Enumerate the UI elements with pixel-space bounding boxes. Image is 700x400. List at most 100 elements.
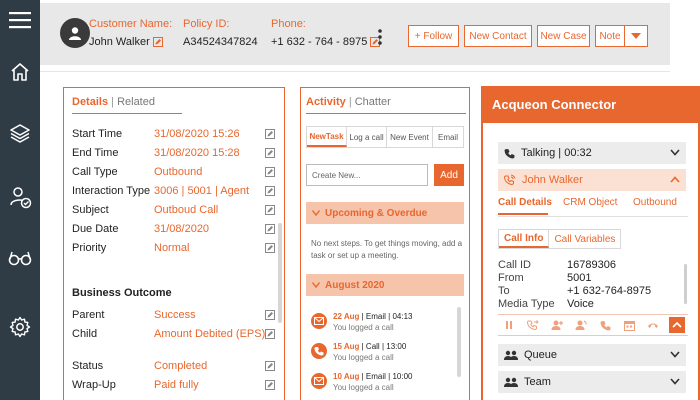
contact-row[interactable]: John Walker [498, 169, 686, 191]
detail-value: 31/08/2020 15:28 [154, 147, 240, 159]
detail-row: Wrap-Up Paid fully [72, 379, 277, 393]
calendar-icon[interactable] [621, 317, 637, 333]
detail-row: End Time 31/08/2020 15:28 [72, 147, 277, 161]
phone-field: Phone: +1 632 - 764 - 8975 [271, 18, 381, 48]
queue-row[interactable]: Queue [498, 344, 686, 366]
chevron-down-icon [312, 282, 320, 288]
detail-label: End Time [72, 147, 119, 159]
add-participant-icon[interactable] [549, 317, 565, 333]
more-options-icon[interactable] [376, 28, 384, 46]
chevron-down-icon [670, 378, 680, 385]
edit-icon[interactable] [265, 148, 275, 158]
user-check-icon[interactable] [0, 177, 40, 217]
activity-item[interactable]: 22 Aug | Email | 04:13 You logged a call [309, 311, 459, 337]
edit-icon[interactable] [265, 129, 275, 139]
detail-label: Interaction Type [72, 185, 151, 197]
tab-details[interactable]: Details [72, 96, 108, 108]
tab-crm-object[interactable]: CRM Object [563, 197, 633, 208]
customer-name-value: John Walker [89, 36, 150, 48]
edit-icon[interactable] [265, 243, 275, 253]
mail-icon [311, 313, 327, 329]
edit-icon[interactable] [265, 329, 275, 339]
activity-time: 10:00 [392, 372, 413, 381]
call-info-tabs: Call Info Call Variables [498, 229, 622, 249]
activity-item[interactable]: 15 Aug | Call | 13:00 You logged a call [309, 341, 459, 367]
pause-icon[interactable] [501, 317, 517, 333]
add-button[interactable]: Add [434, 164, 464, 186]
call-info-key: To [498, 285, 510, 297]
activity-item[interactable]: 10 Aug | Email | 10:00 You logged a call [309, 371, 459, 397]
dial-icon[interactable] [597, 317, 613, 333]
connector-title: Acqueon Connector [481, 86, 700, 123]
subtab-email[interactable]: Email [433, 127, 463, 147]
august-2020-accordion[interactable]: August 2020 [306, 274, 464, 296]
home-icon[interactable] [0, 52, 40, 92]
tab-activity[interactable]: Activity [306, 96, 346, 108]
group-icon [504, 350, 518, 360]
details-scrollbar[interactable] [278, 223, 282, 323]
tab-call-variables[interactable]: Call Variables [549, 230, 620, 248]
edit-icon[interactable] [265, 380, 275, 390]
detail-value: Paid fully [154, 379, 199, 391]
chevron-down-icon [670, 351, 680, 358]
edit-icon[interactable] [265, 361, 275, 371]
policy-id-label: Policy ID: [183, 18, 230, 30]
tab-call-details[interactable]: Call Details [498, 197, 563, 208]
edit-icon[interactable] [265, 224, 275, 234]
edit-icon[interactable] [265, 186, 275, 196]
policy-id-field: Policy ID: A34524347824 [183, 18, 258, 48]
call-controls-bar [498, 314, 688, 336]
call-info-scrollbar[interactable] [684, 264, 687, 304]
layers-icon[interactable] [0, 113, 40, 153]
tab-underline [72, 113, 182, 114]
activity-separator: | [361, 312, 364, 321]
activity-separator: | [381, 342, 385, 351]
talking-status-row[interactable]: Talking | 00:32 [498, 142, 686, 164]
follow-button[interactable]: + Follow [408, 25, 459, 47]
menu-icon[interactable] [0, 0, 40, 40]
note-dropdown-button[interactable] [624, 25, 648, 47]
create-new-input[interactable]: Create New... [306, 164, 428, 186]
detail-row: Child Amount Debited (EPS) [72, 328, 277, 342]
minimize-icon[interactable] [669, 317, 685, 333]
subtab-new-task[interactable]: NewTask [307, 127, 347, 147]
activity-scrollbar[interactable] [457, 307, 461, 377]
acqueon-connector-panel: Acqueon Connector Talking | 00:32 John W… [481, 86, 700, 400]
new-contact-button[interactable]: New Contact [464, 25, 532, 47]
avatar [60, 18, 90, 48]
subtab-new-event[interactable]: New Event [387, 127, 433, 147]
customer-name-field: Customer Name: John Walker [89, 18, 172, 48]
activity-date: 22 Aug [333, 312, 360, 321]
tab-chatter[interactable]: Chatter [355, 96, 391, 108]
tab-call-info[interactable]: Call Info [499, 230, 550, 248]
glasses-icon[interactable] [0, 238, 40, 278]
edit-icon[interactable] [152, 37, 163, 47]
edit-icon[interactable] [265, 310, 275, 320]
tab-related[interactable]: Related [117, 96, 155, 108]
call-info-value: +1 632-764-8975 [567, 285, 652, 297]
note-button[interactable]: Note [595, 25, 624, 47]
detail-value: 31/08/2020 15:26 [154, 128, 240, 140]
upcoming-overdue-accordion[interactable]: Upcoming & Overdue [306, 202, 464, 224]
edit-icon[interactable] [265, 167, 275, 177]
team-row[interactable]: Team [498, 371, 686, 393]
new-case-button[interactable]: New Case [537, 25, 590, 47]
tab-separator: | [111, 96, 114, 108]
edit-icon[interactable] [265, 205, 275, 215]
chevron-up-icon [670, 176, 680, 183]
customer-name-label: Customer Name: [89, 18, 173, 30]
caret-down-icon [631, 33, 641, 39]
detail-row: Call Type Outbound [72, 166, 277, 180]
detail-row: Start Time 31/08/2020 15:26 [72, 128, 277, 142]
activity-separator: | [388, 312, 391, 321]
hangup-icon[interactable] [645, 317, 661, 333]
transfer-icon[interactable] [525, 317, 541, 333]
detail-label: Start Time [72, 128, 123, 140]
call-info-value: 16789306 [567, 259, 616, 271]
empty-state-text: No next steps. To get things moving, add… [311, 239, 463, 260]
settings-icon[interactable] [0, 307, 40, 347]
consult-icon[interactable] [573, 317, 589, 333]
tab-outbound[interactable]: Outbound [633, 197, 677, 208]
detail-label: Subject [72, 204, 109, 216]
subtab-log-a-call[interactable]: Log a call [347, 127, 387, 147]
